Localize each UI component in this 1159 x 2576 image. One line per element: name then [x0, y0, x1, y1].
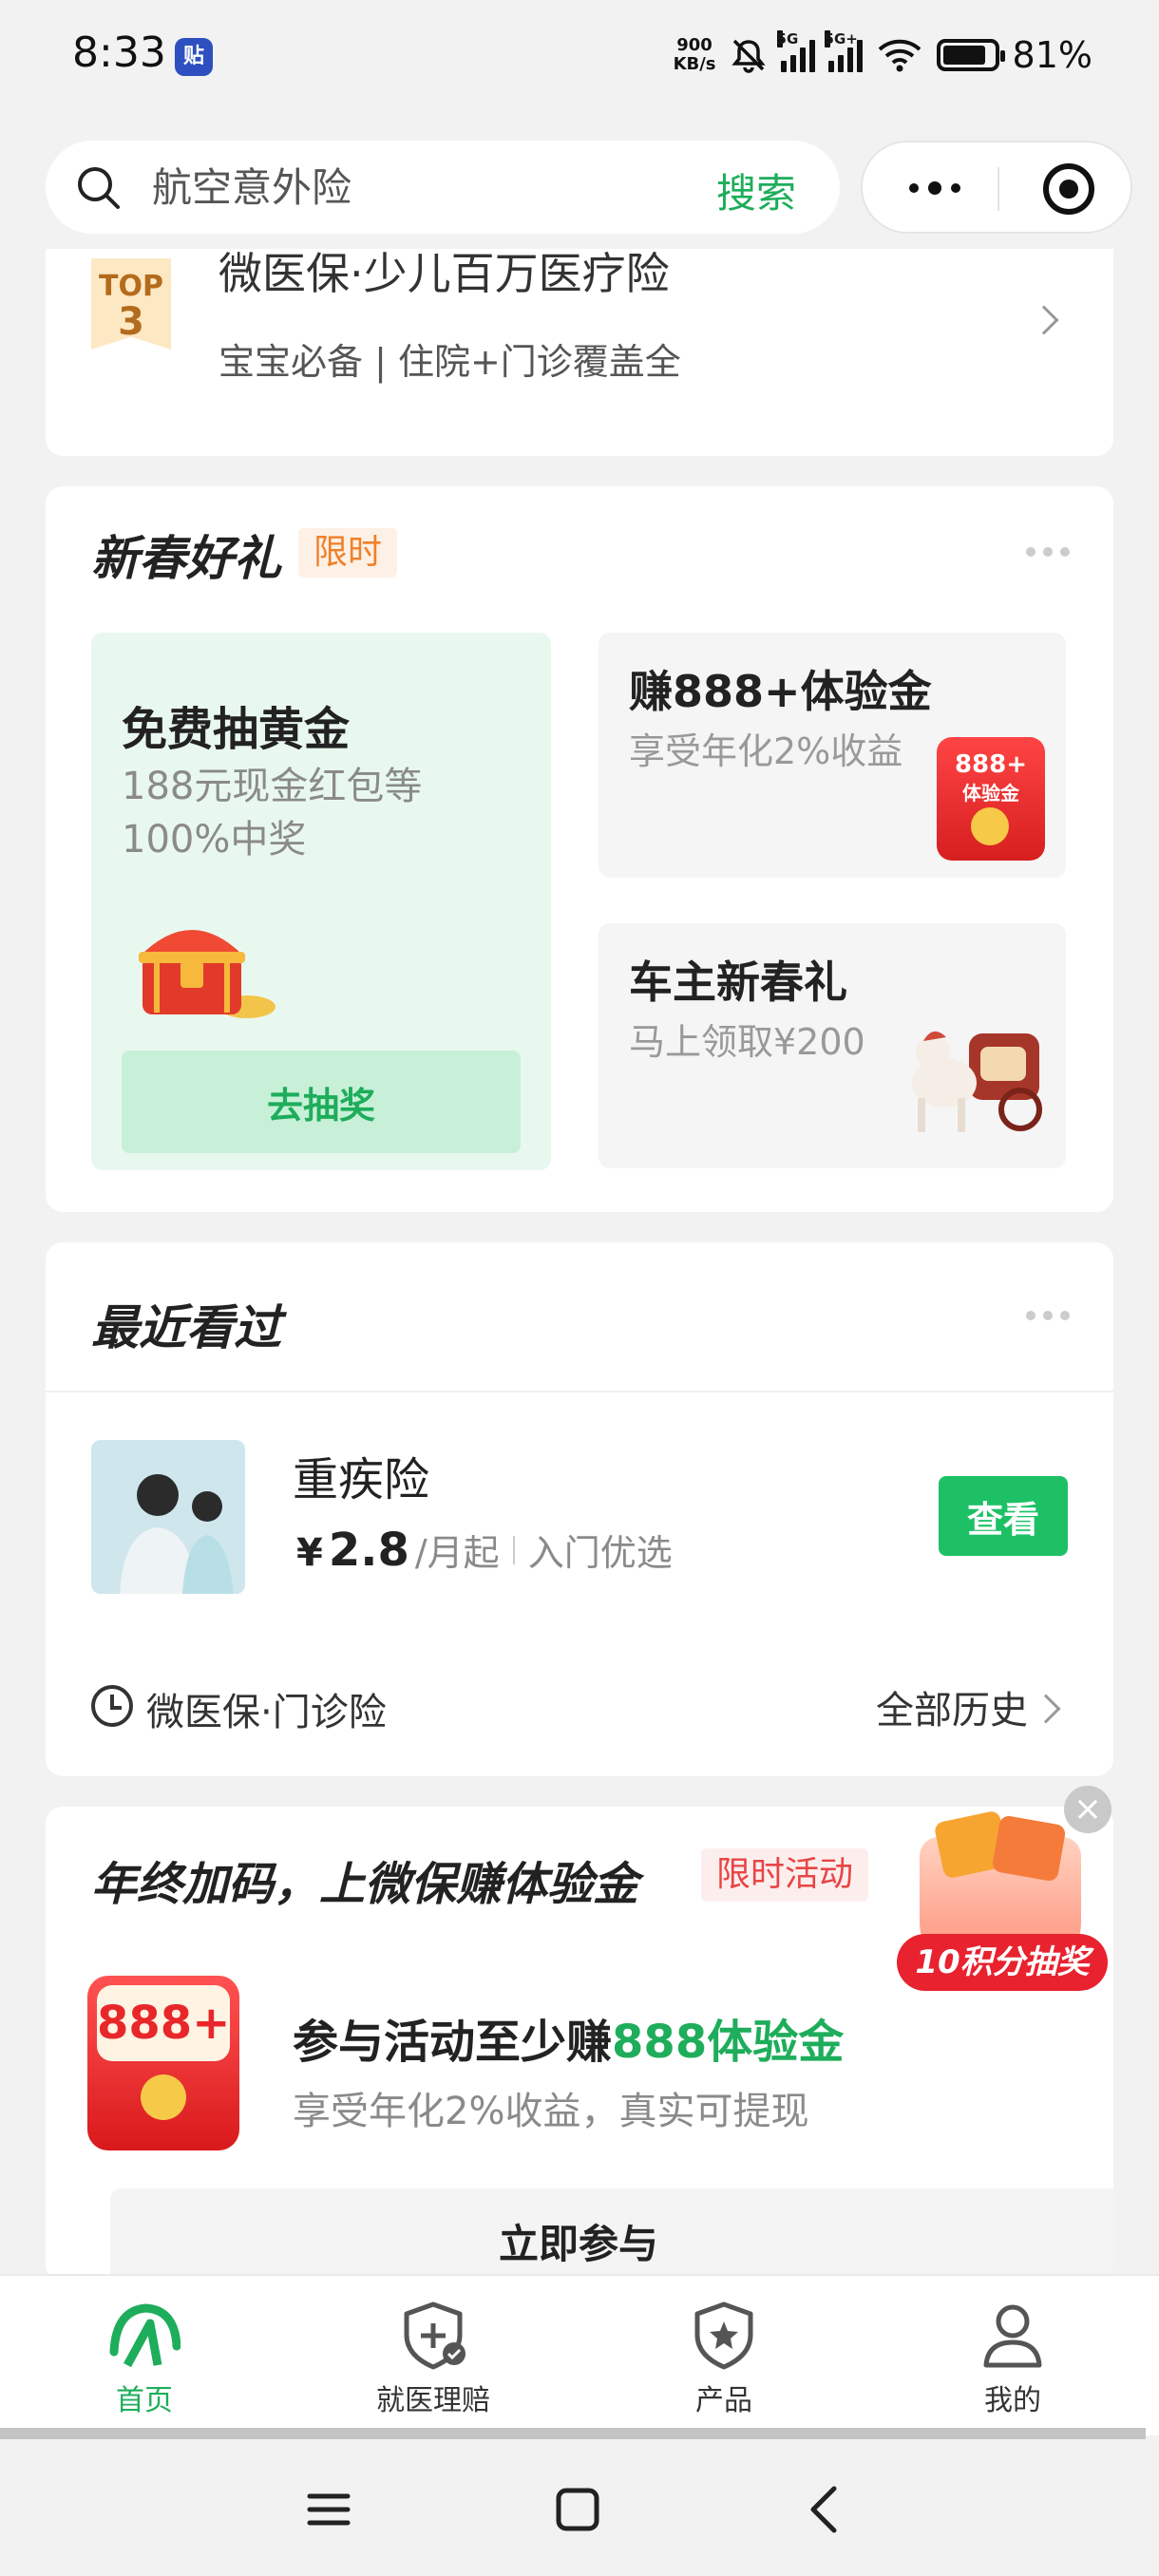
- treasure-chest-icon: [139, 930, 276, 1018]
- menu-icon[interactable]: [300, 2481, 357, 2538]
- gold-lottery-subtitle-line1: 188元现金红包等: [122, 765, 423, 808]
- mini-program-capsule: [861, 141, 1132, 234]
- car-owner-gift-title: 车主新春礼: [629, 957, 847, 1008]
- gold-lottery-subtitle-line2: 100%中奖: [122, 818, 307, 862]
- price-tag: 入门优选: [527, 1532, 673, 1574]
- app-notification-icon: 贴: [175, 38, 213, 76]
- gifts-title: 新春好礼: [91, 531, 281, 586]
- gold-lottery-title: 免费抽黄金: [122, 703, 351, 756]
- tab-home-label: 首页: [116, 2384, 173, 2417]
- home-icon: [109, 2303, 180, 2368]
- campaign-title: 年终加码，上微保赚体验金: [91, 1858, 639, 1911]
- tab-home[interactable]: 首页: [49, 2276, 239, 2428]
- red-packet-text2: 体验金: [962, 782, 1019, 805]
- shield-star-icon: [694, 2301, 753, 2370]
- search-bar[interactable]: 搜索: [46, 141, 840, 234]
- price-separator: [512, 1536, 515, 1564]
- history-item-label: 微医保·门诊险: [146, 1691, 387, 1734]
- product-thumbnail[interactable]: [91, 1440, 245, 1594]
- history-bar[interactable]: 微医保·门诊险 全部历史: [46, 1639, 1113, 1776]
- sim2-label: 5G+: [824, 30, 858, 47]
- signal-icon-sim2: 5G+: [824, 30, 863, 72]
- card-more-icon[interactable]: [1026, 547, 1070, 557]
- recent-divider: [46, 1391, 1113, 1392]
- draw-lottery-button[interactable]: 去抽奖: [122, 1051, 521, 1153]
- chevron-right-icon: [1031, 1694, 1061, 1724]
- more-options-icon[interactable]: [897, 169, 973, 207]
- battery-percent: 81%: [1012, 34, 1092, 76]
- campaign-subtitle: 享受年化2%收益，真实可提现: [293, 2090, 809, 2133]
- recent-title: 最近看过: [91, 1300, 281, 1355]
- red-packet-icon: 888+ 体验金: [937, 737, 1045, 861]
- rank-label: TOP: [99, 270, 163, 303]
- mute-bell-icon: [731, 39, 766, 73]
- horse-carriage-icon: [912, 1031, 1042, 1132]
- campaign-headline-highlight: 888体验金: [612, 2016, 845, 2069]
- signal-icon-sim1: 5G: [776, 30, 815, 72]
- car-owner-gift-card[interactable]: 车主新春礼 马上领取¥200: [598, 923, 1066, 1168]
- tab-claims-label: 就医理赔: [376, 2384, 490, 2417]
- top-product-subtitle: 宝宝必备 | 住院+门诊覆盖全: [218, 341, 681, 383]
- clock-icon: [91, 1685, 133, 1727]
- campaign-headline-prefix: 参与活动至少赚: [293, 2016, 613, 2069]
- search-input[interactable]: [152, 160, 684, 215]
- points-lottery-label: 10积分抽奖: [897, 1934, 1108, 1991]
- search-icon: [78, 167, 120, 209]
- red-packet-888-text: 888+: [97, 1985, 230, 2061]
- experience-fund-card[interactable]: 赚888+体验金 享受年化2%收益 888+ 体验金: [598, 633, 1066, 878]
- red-packet-text1: 888+: [954, 750, 1028, 779]
- system-nav-bar: [0, 2439, 1159, 2576]
- network-speed-value: 900: [676, 35, 712, 55]
- experience-fund-title: 赚888+体验金: [629, 666, 932, 717]
- limited-tag: 限时: [298, 528, 398, 578]
- status-bar: 8:33 贴 900 KB/s 5G 5G+ 81%: [0, 0, 1159, 114]
- sim1-label: 5G: [776, 30, 799, 47]
- user-icon: [983, 2304, 1042, 2368]
- search-button[interactable]: 搜索: [716, 161, 796, 219]
- network-speed: 900 KB/s: [674, 36, 716, 74]
- new-year-gifts-card: 新春好礼 限时 免费抽黄金 188元现金红包等 100%中奖 去抽奖 赚888+…: [46, 486, 1113, 1212]
- back-icon[interactable]: [796, 2481, 853, 2538]
- network-speed-unit: KB/s: [673, 54, 716, 74]
- top-product-card[interactable]: TOP 3 微医保·少儿百万医疗险 宝宝必备 | 住院+门诊覆盖全: [46, 249, 1113, 456]
- red-packet-888-icon: 888+: [87, 1976, 239, 2150]
- price-value: 2.8: [328, 1524, 409, 1577]
- close-float-button[interactable]: ×: [1064, 1786, 1112, 1833]
- experience-fund-subtitle: 享受年化2%收益: [629, 730, 903, 772]
- campaign-limited-tag: 限时活动: [701, 1848, 869, 1902]
- all-history-link[interactable]: 全部历史: [876, 1679, 1028, 1734]
- capsule-divider: [998, 167, 999, 211]
- close-miniprogram-icon[interactable]: [1043, 163, 1094, 215]
- join-now-button[interactable]: 立即参与: [110, 2188, 1113, 2282]
- home-square-icon[interactable]: [549, 2481, 606, 2538]
- price-unit: /月起: [414, 1532, 500, 1574]
- scroll-strip: [0, 2428, 1146, 2439]
- tab-claims[interactable]: 就医理赔: [338, 2276, 528, 2428]
- tab-products-label: 产品: [695, 2384, 752, 2417]
- gold-lottery-subtitle: 188元现金红包等 100%中奖: [122, 760, 502, 866]
- tab-me[interactable]: 我的: [918, 2276, 1108, 2428]
- chevron-right-icon: [1029, 305, 1059, 335]
- top-rank-badge: TOP 3: [91, 258, 171, 350]
- status-time: 8:33: [72, 28, 166, 77]
- battery-icon: [936, 39, 1005, 71]
- view-product-button[interactable]: 查看: [939, 1476, 1068, 1556]
- tab-products[interactable]: 产品: [629, 2276, 819, 2428]
- recently-viewed-card: 最近看过 重疾险 ¥ 2.8 /月起 入门优选 查看 微医保·门诊险 全部历史: [46, 1242, 1113, 1776]
- campaign-headline: 参与活动至少赚888体验金: [293, 2004, 844, 2071]
- product-name: 重疾险: [293, 1453, 430, 1506]
- gold-lottery-card[interactable]: 免费抽黄金 188元现金红包等 100%中奖 去抽奖: [91, 633, 551, 1170]
- points-lottery-float[interactable]: 10积分抽奖: [897, 1809, 1115, 1998]
- wifi-icon: [878, 39, 921, 72]
- recent-more-icon[interactable]: [1026, 1311, 1070, 1320]
- car-owner-gift-subtitle: 马上领取¥200: [629, 1021, 865, 1063]
- rank-number: 3: [118, 300, 144, 344]
- top-product-title: 微医保·少儿百万医疗险: [218, 249, 670, 299]
- tab-me-label: 我的: [984, 2384, 1041, 2417]
- status-icons: 900 KB/s 5G 5G+ 81%: [674, 27, 1092, 84]
- bottom-tab-bar: 首页 就医理赔 产品 我的: [0, 2274, 1159, 2435]
- price-symbol: ¥: [296, 1531, 323, 1575]
- product-price-row: ¥ 2.8 /月起 入门优选: [296, 1524, 673, 1577]
- shield-plus-icon: [404, 2301, 466, 2370]
